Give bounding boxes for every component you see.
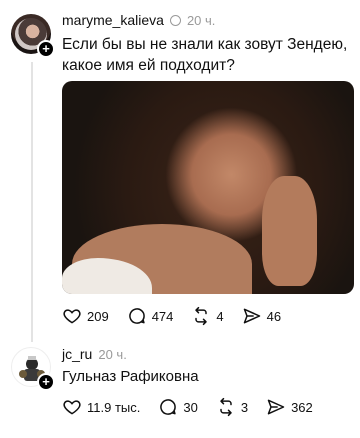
like-button[interactable]: 209 — [62, 306, 109, 326]
share-button[interactable]: 362 — [266, 397, 313, 417]
repost-count: 4 — [216, 308, 224, 324]
heart-icon — [63, 309, 81, 324]
repost-icon — [195, 306, 208, 326]
repost-button[interactable]: 3 — [216, 397, 248, 417]
like-button[interactable]: 11.9 тыс. — [62, 397, 140, 417]
thread-line — [31, 62, 33, 342]
send-icon — [243, 308, 260, 324]
post-header: maryme_kalieva 20 ч. — [62, 12, 215, 28]
post-text: Если бы вы не знали как зовут Зендею, ка… — [62, 34, 347, 76]
follow-plus-icon[interactable]: + — [37, 40, 55, 58]
post-actions: 209 474 4 46 — [62, 306, 299, 326]
reply-actions: 11.9 тыс. 30 3 362 — [62, 397, 331, 417]
like-count: 11.9 тыс. — [87, 399, 141, 415]
reply-button[interactable]: 474 — [127, 306, 174, 326]
repost-button[interactable]: 4 — [191, 306, 224, 326]
like-count: 209 — [87, 308, 109, 324]
reply-count: 30 — [183, 399, 198, 415]
reply-time: 20 ч. — [98, 346, 127, 362]
share-count: 46 — [266, 308, 282, 324]
photo-shape — [262, 176, 317, 286]
reply-button[interactable]: 30 — [158, 397, 198, 417]
post-photo[interactable] — [62, 81, 354, 294]
post-text-line: какое имя ей подходит? — [62, 57, 235, 74]
follow-plus-icon[interactable]: + — [37, 373, 55, 391]
reply-text: Гульназ Рафиковна — [62, 368, 199, 385]
heart-icon — [63, 400, 81, 415]
repost-icon — [220, 397, 232, 417]
share-button[interactable]: 46 — [242, 306, 281, 326]
author-avatar[interactable]: + — [11, 14, 55, 58]
reply-username[interactable]: jc_ru — [62, 346, 92, 362]
post-text-line: Если бы вы не знали как зовут Зендею, — [62, 36, 348, 53]
verified-icon — [169, 14, 181, 26]
reply-count: 474 — [151, 308, 174, 324]
author-username[interactable]: maryme_kalieva — [62, 12, 164, 28]
comment-icon — [160, 399, 177, 415]
send-icon — [267, 399, 285, 415]
share-count: 362 — [291, 399, 313, 415]
comment-icon — [128, 308, 145, 324]
reply-author-avatar[interactable]: + — [11, 347, 55, 391]
post-time: 20 ч. — [186, 12, 216, 28]
repost-count: 3 — [240, 399, 249, 415]
reply-header: jc_ru 20 ч. — [62, 346, 127, 362]
